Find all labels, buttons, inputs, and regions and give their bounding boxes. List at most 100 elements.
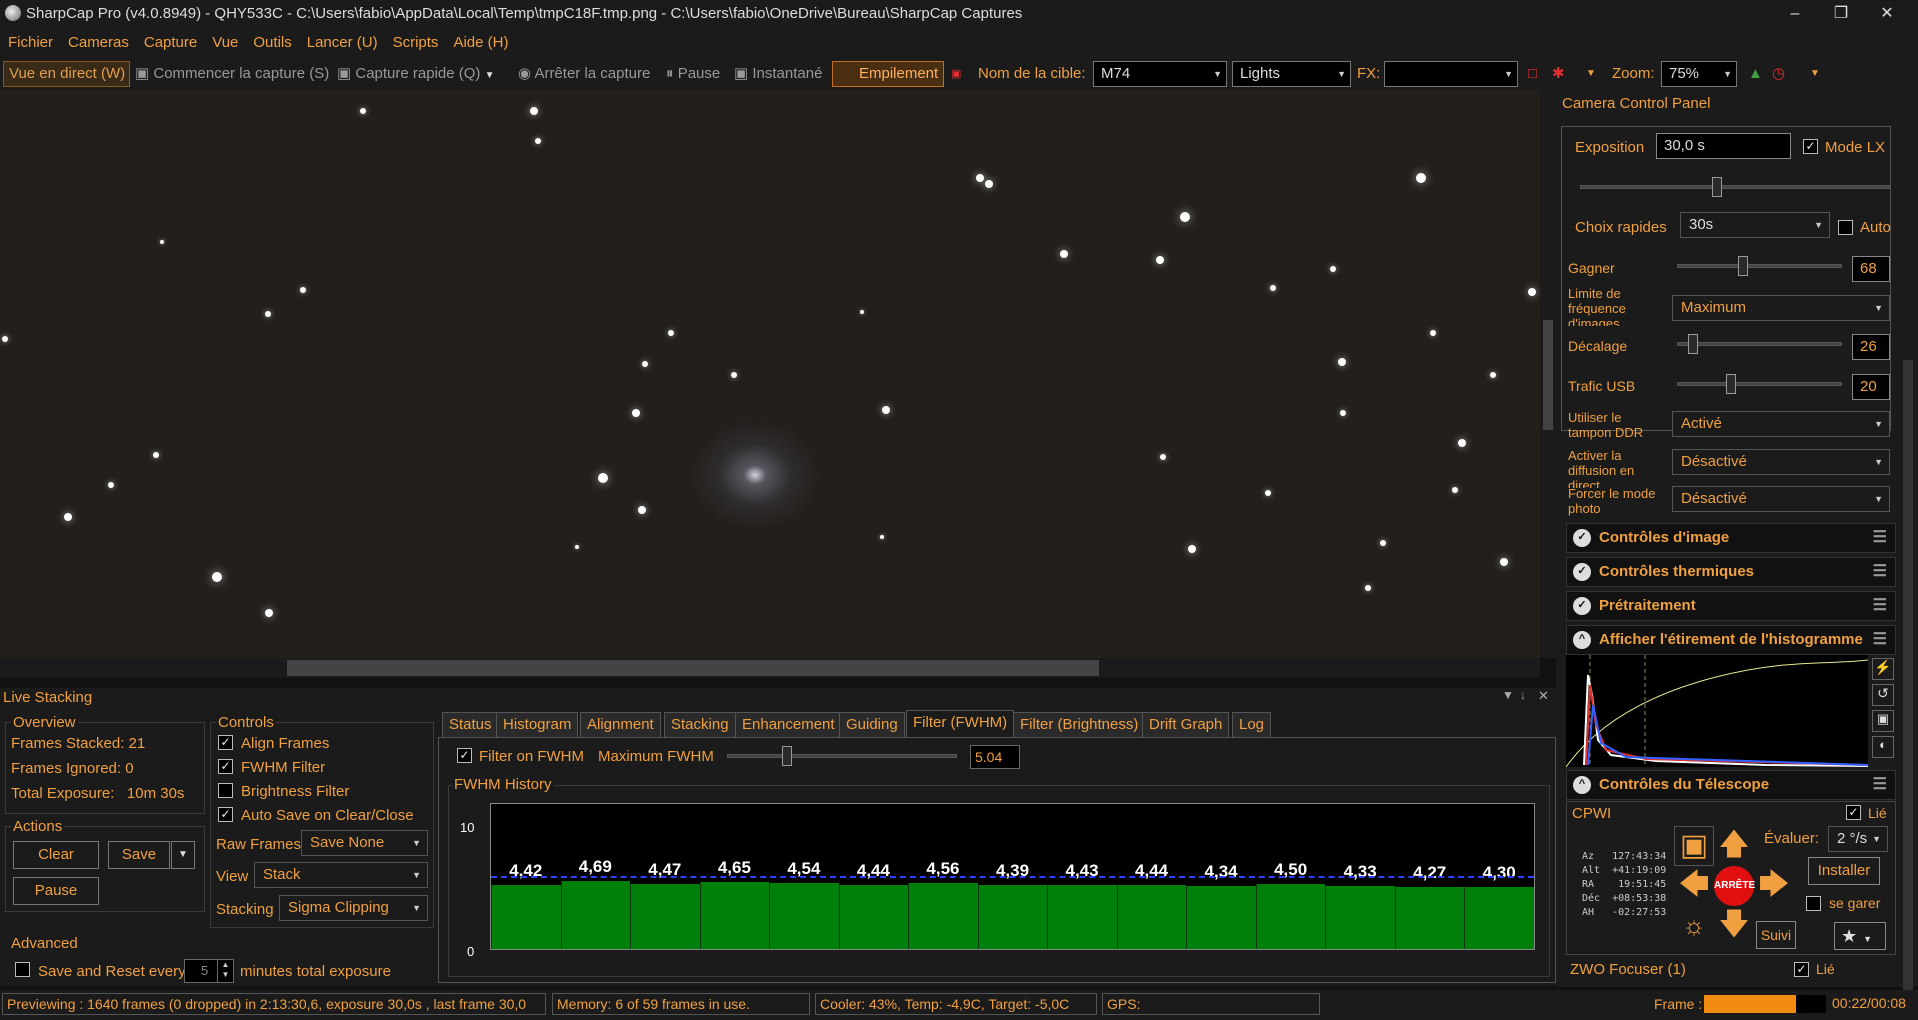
gain-slider-thumb[interactable]	[1738, 256, 1748, 276]
clear-button[interactable]: Clear	[13, 841, 99, 869]
offset-slider[interactable]	[1677, 342, 1842, 346]
install-button[interactable]: Installer	[1808, 857, 1880, 885]
menu-icon[interactable]: ☰	[1873, 771, 1887, 799]
section-telescope-controls[interactable]: ^ Contrôles du Télescope ☰	[1566, 770, 1896, 800]
frame-type-select[interactable]: Lights ▼	[1232, 61, 1351, 87]
chevron-down-icon[interactable]: ▼	[1586, 63, 1596, 85]
menu-icon[interactable]: ☰	[1873, 524, 1887, 552]
pause-stacking-button[interactable]: Pause	[13, 877, 99, 905]
close-panel-icon[interactable]: ✕	[1538, 688, 1549, 704]
reticle-icon[interactable]: □	[1528, 63, 1537, 85]
zoom-select[interactable]: 75% ▼	[1661, 61, 1737, 87]
max-fwhm-input[interactable]: 5.04	[970, 745, 1020, 769]
chevron-down-icon[interactable]: ▼	[1810, 63, 1820, 85]
rate-select[interactable]: 2 °/s ▼	[1828, 826, 1888, 852]
auto-checkbox[interactable]	[1838, 220, 1853, 235]
align-frames-checkbox[interactable]: ✓	[218, 735, 233, 750]
minutes-stepper[interactable]: 5 ▲ ▼	[184, 959, 234, 983]
menu-aide[interactable]: Aide (H)	[445, 28, 515, 51]
stepper-arrows-icon[interactable]: ▲ ▼	[217, 960, 233, 982]
save-options-chevron-icon[interactable]: ▼	[171, 841, 195, 869]
favorites-star-icon[interactable]: ★ ▼	[1834, 922, 1886, 950]
stream-select[interactable]: Désactivé ▼	[1672, 449, 1890, 475]
histogram-icon[interactable]: ▲	[1748, 63, 1763, 85]
offset-slider-thumb[interactable]	[1688, 334, 1698, 354]
vertical-scrollbar[interactable]	[1540, 90, 1556, 658]
menu-capture[interactable]: Capture	[136, 28, 204, 51]
spiral-search-icon[interactable]: ▣	[1674, 826, 1714, 866]
target-sun-icon[interactable]: ☼	[1674, 906, 1714, 946]
start-capture-button[interactable]: ▣ Commencer la capture (S)	[135, 63, 329, 85]
menu-icon[interactable]: ☰	[1873, 558, 1887, 586]
exposure-input[interactable]: 30,0 s	[1656, 133, 1791, 159]
max-fwhm-slider[interactable]	[727, 754, 957, 758]
quick-choice-select[interactable]: 30s ▼	[1680, 212, 1830, 238]
filter-on-fwhm-checkbox[interactable]: ✓	[457, 748, 472, 763]
stop-mount-button[interactable]: ARRÊTE	[1714, 866, 1755, 906]
mount-linked-checkbox[interactable]: ✓	[1846, 805, 1861, 820]
section-preprocessing[interactable]: ✓ Prétraitement ☰	[1566, 591, 1896, 621]
arrow-right-icon[interactable]: 🡆	[1754, 866, 1794, 906]
dock-menu-icon[interactable]: ▼	[1502, 688, 1514, 702]
tab-histogram[interactable]: Histogram	[496, 712, 579, 738]
save-button[interactable]: Save	[108, 841, 170, 869]
arrow-left-icon[interactable]: 🡄	[1674, 866, 1714, 906]
usb-slider-thumb[interactable]	[1726, 374, 1736, 394]
tab-filter-fwhm[interactable]: Filter (FWHM)	[906, 710, 1015, 738]
save-reset-checkbox[interactable]	[15, 962, 30, 977]
live-view-button[interactable]: Vue en direct (W)	[3, 61, 130, 87]
section-image-controls[interactable]: ✓ Contrôles d'image ☰	[1566, 523, 1896, 553]
menu-cameras[interactable]: Cameras	[60, 28, 136, 51]
fps-select[interactable]: Maximum ▼	[1672, 295, 1890, 321]
histogram-graph[interactable]	[1566, 655, 1868, 767]
max-fwhm-slider-thumb[interactable]	[782, 746, 792, 766]
scroll-thumb[interactable]	[1903, 360, 1913, 1000]
save-icon[interactable]: ▣	[1872, 710, 1894, 732]
tab-guiding[interactable]: Guiding	[839, 712, 905, 738]
pause-button[interactable]: ⏸ Pause	[666, 63, 720, 85]
quick-capture-button[interactable]: ▣ Capture rapide (Q) ▼	[337, 63, 495, 85]
image-viewer[interactable]	[0, 90, 1540, 658]
auto-save-checkbox[interactable]: ✓	[218, 807, 233, 822]
usb-slider[interactable]	[1677, 382, 1842, 386]
menu-vue[interactable]: Vue	[204, 28, 245, 51]
pin-icon[interactable]: ↓	[1520, 688, 1526, 702]
lx-mode-checkbox[interactable]: ✓	[1803, 139, 1818, 154]
stacking-button[interactable]: Empilement	[832, 61, 944, 87]
gain-value[interactable]: 68	[1852, 256, 1890, 282]
stacking-mode-select[interactable]: Sigma Clipping ▼	[279, 895, 428, 921]
photo-select[interactable]: Désactivé ▼	[1672, 486, 1890, 512]
close-button[interactable]: ✕	[1864, 0, 1910, 28]
target-select[interactable]: M74 ▼	[1093, 61, 1227, 87]
usb-value[interactable]: 20	[1852, 374, 1890, 400]
snapshot-button[interactable]: ▣ Instantané	[734, 63, 822, 85]
arrow-down-icon[interactable]: 🡇	[1714, 906, 1754, 946]
tab-filter-brightness[interactable]: Filter (Brightness)	[1013, 712, 1146, 738]
tab-status[interactable]: Status	[442, 712, 499, 738]
menu-icon[interactable]: ☰	[1873, 592, 1887, 620]
lightning-icon[interactable]: ⚡	[1872, 658, 1894, 680]
menu-icon[interactable]: ☰	[1873, 626, 1887, 654]
tab-stacking[interactable]: Stacking	[664, 712, 736, 738]
tab-log[interactable]: Log	[1232, 712, 1272, 738]
ddr-select[interactable]: Activé ▼	[1672, 411, 1890, 437]
arrow-up-icon[interactable]: 🡅	[1714, 826, 1754, 866]
tab-drift-graph[interactable]: Drift Graph	[1142, 712, 1230, 738]
offset-value[interactable]: 26	[1852, 334, 1890, 360]
reset-icon[interactable]: ↺	[1872, 684, 1894, 706]
contrast-icon[interactable]: ◐	[1872, 736, 1894, 758]
focuser-linked-checkbox[interactable]: ✓	[1794, 962, 1809, 977]
stop-capture-button[interactable]: ◉ Arrêter la capture	[518, 63, 650, 85]
brightness-filter-checkbox[interactable]	[218, 783, 233, 798]
fwhm-filter-checkbox[interactable]: ✓	[218, 759, 233, 774]
gain-slider[interactable]	[1677, 264, 1842, 268]
crosshair-icon[interactable]: ✱	[1552, 63, 1565, 85]
view-select[interactable]: Stack ▼	[254, 862, 428, 888]
clock-icon[interactable]: ◷	[1772, 63, 1785, 85]
right-panel-scrollbar[interactable]	[1898, 90, 1918, 1000]
minimize-button[interactable]: –	[1772, 0, 1818, 28]
tab-enhancement[interactable]: Enhancement	[735, 712, 842, 738]
section-thermal-controls[interactable]: ✓ Contrôles thermiques ☰	[1566, 557, 1896, 587]
exposure-slider[interactable]	[1580, 185, 1890, 189]
park-checkbox[interactable]	[1806, 896, 1821, 911]
